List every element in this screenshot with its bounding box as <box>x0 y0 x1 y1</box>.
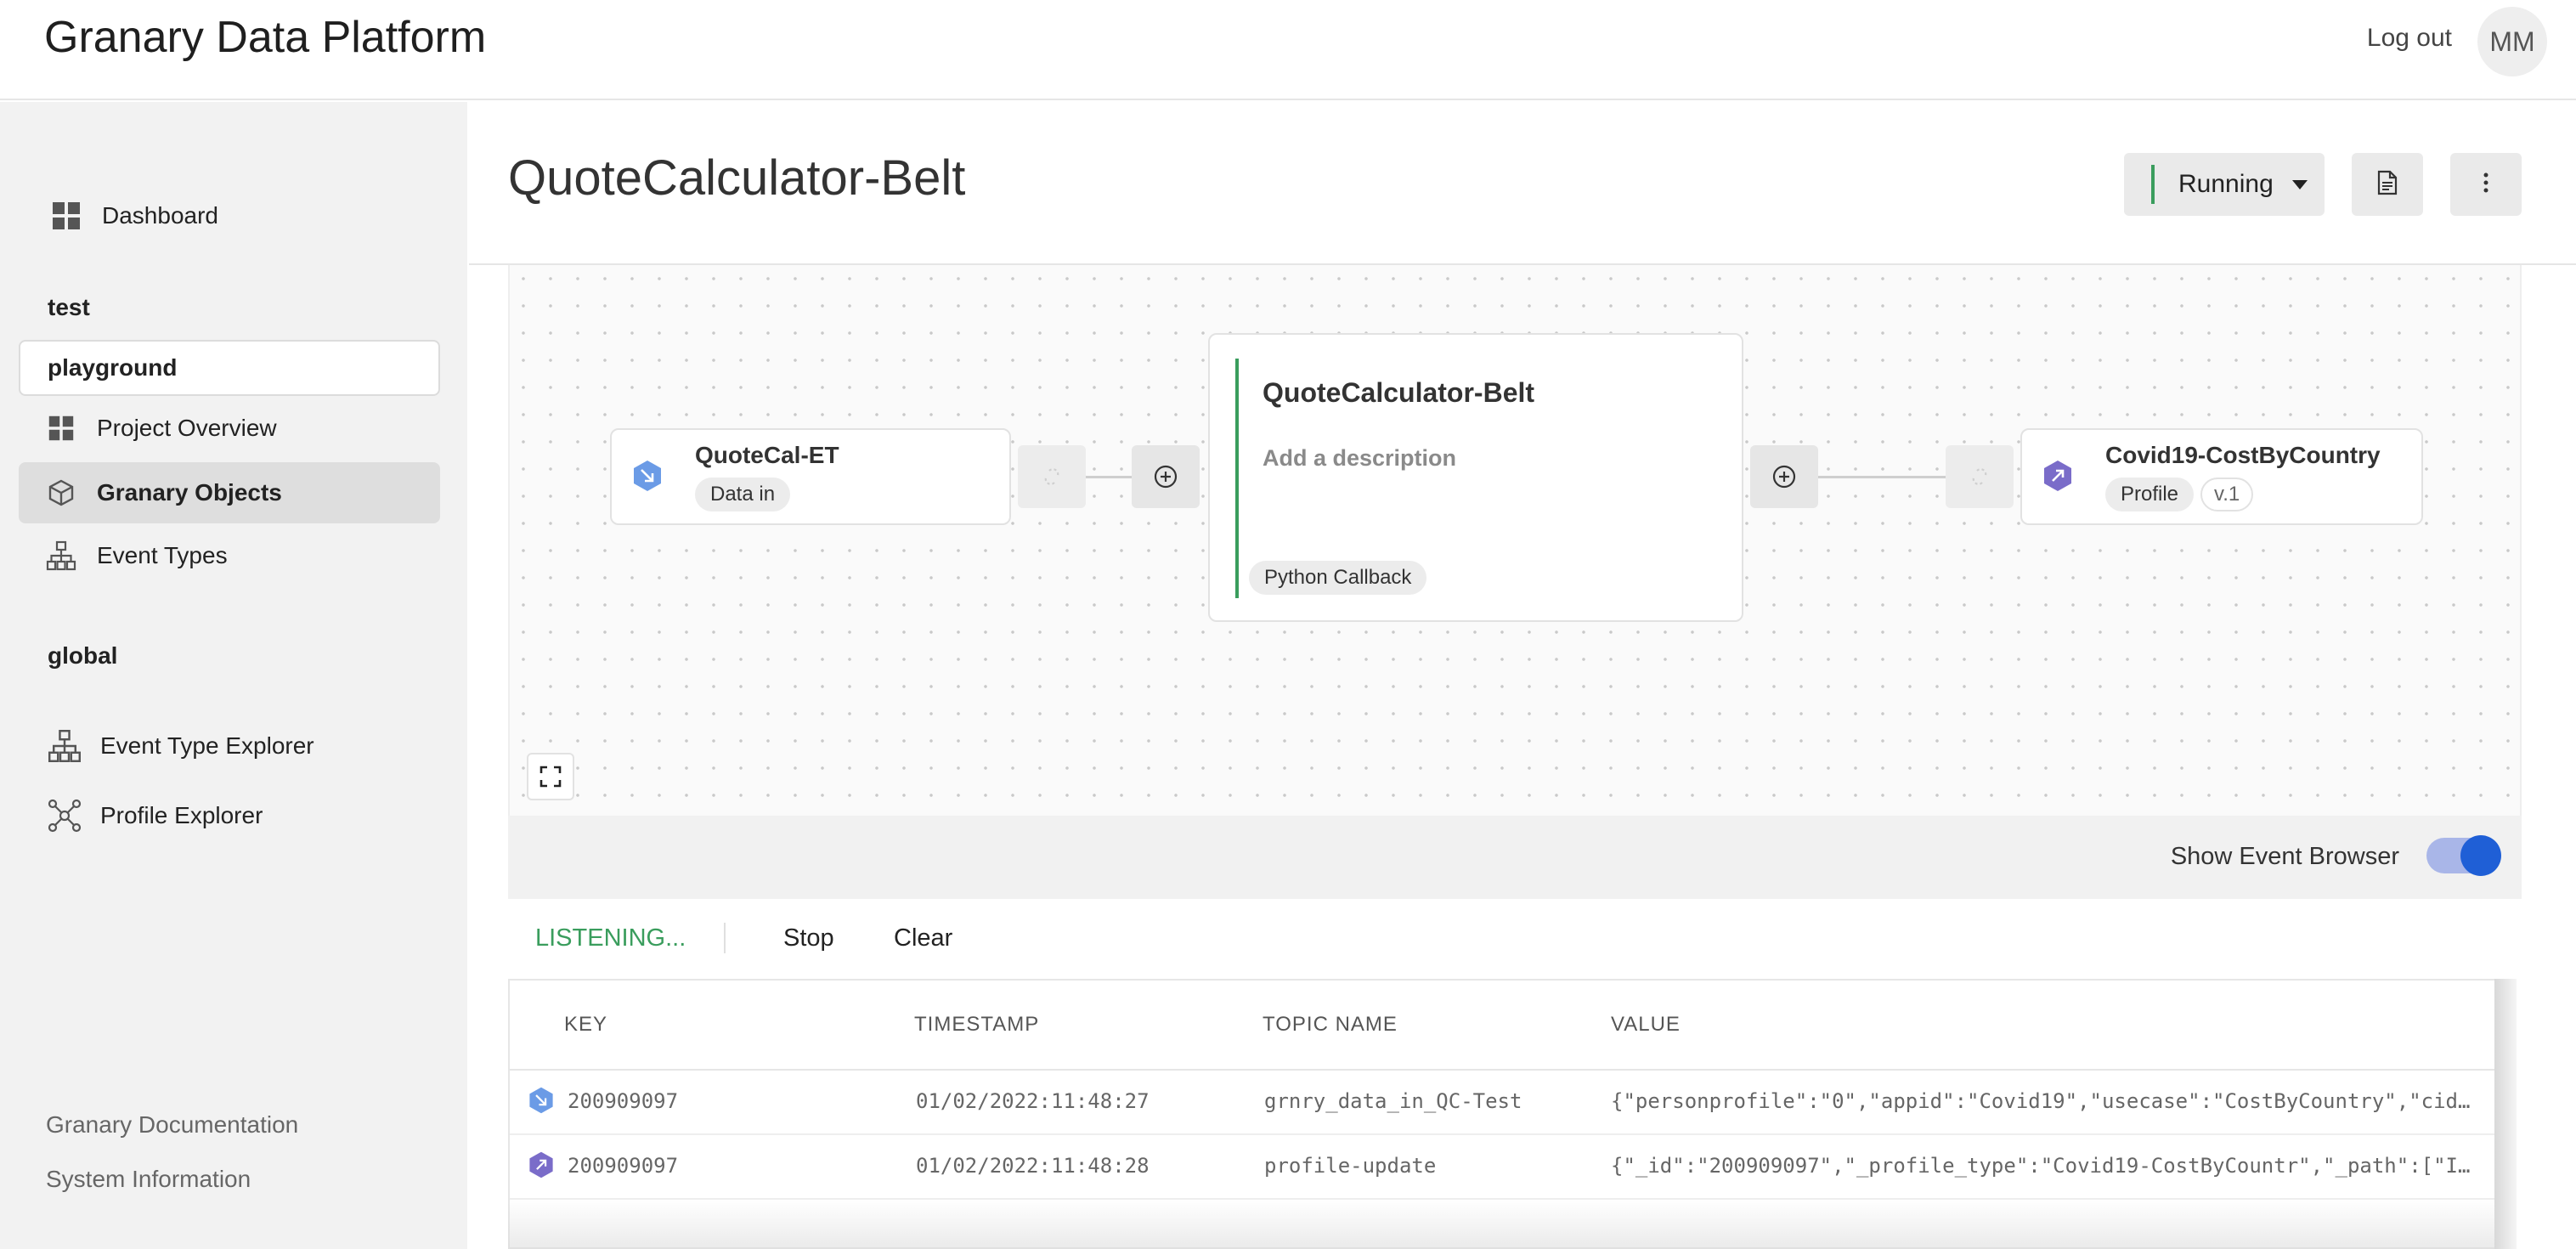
belt-description[interactable]: Add a description <box>1263 445 1456 472</box>
status-label: Running <box>2178 170 2274 198</box>
hierarchy-icon <box>48 729 82 763</box>
fullscreen-icon <box>539 766 562 788</box>
cell-value: {"personprofile":"0","appid":"Covid19","… <box>1611 1089 2481 1113</box>
fullscreen-button[interactable] <box>527 753 574 800</box>
running-indicator <box>1235 359 1239 598</box>
sidebar-item-label: Granary Objects <box>97 479 282 506</box>
belt-node-tag: Python Callback <box>1249 561 1427 595</box>
connector-line <box>1086 476 1132 478</box>
status-indicator <box>2151 165 2155 204</box>
sidebar-item-profile-explorer[interactable]: Profile Explorer <box>48 799 263 833</box>
target-node[interactable]: Covid19-CostByCountry Profile v.1 <box>2020 428 2423 525</box>
cell-key: 200909097 <box>568 1154 679 1178</box>
column-header-key[interactable]: KEY <box>564 1013 607 1037</box>
column-header-value[interactable]: VALUE <box>1611 1013 1681 1037</box>
table-bottom-fade <box>508 1200 2494 1249</box>
arrow-out-icon <box>529 1151 553 1178</box>
target-node-tag: Profile <box>2105 478 2195 511</box>
section-heading-test: test <box>48 294 90 320</box>
column-header-timestamp[interactable]: TIMESTAMP <box>914 1013 1039 1037</box>
sidebar: Dashboard test playground Project Overvi… <box>0 102 467 1249</box>
page-header: QuoteCalculator-Belt Running <box>469 102 2576 265</box>
sidebar-item-event-types[interactable]: Event Types <box>44 539 228 573</box>
sidebar-item-project-overview[interactable]: Project Overview <box>44 411 277 445</box>
documentation-link[interactable]: Granary Documentation <box>46 1111 298 1139</box>
listening-status: LISTENING... <box>535 924 686 952</box>
source-node-title: QuoteCal-ET <box>695 442 839 468</box>
system-information-link[interactable]: System Information <box>46 1166 251 1193</box>
sidebar-item-label: Event Types <box>97 542 228 568</box>
version-badge: v.1 <box>2200 478 2254 511</box>
pipeline-canvas[interactable]: QuoteCal-ET Data in QuoteCalculator-Belt… <box>508 265 2522 816</box>
unlink-target-button[interactable] <box>1946 445 2014 508</box>
event-browser-bar: Show Event Browser <box>508 816 2522 899</box>
sidebar-item-granary-objects[interactable]: Granary Objects <box>44 476 282 510</box>
table-row[interactable]: 200909097 01/02/2022:11:48:28 profile-up… <box>510 1135 2494 1200</box>
belt-node[interactable]: QuoteCalculator-Belt Add a description P… <box>1208 333 1743 622</box>
cell-timestamp: 01/02/2022:11:48:27 <box>916 1089 1150 1113</box>
sidebar-item-event-type-explorer[interactable]: Event Type Explorer <box>48 729 314 763</box>
cell-key: 200909097 <box>568 1089 679 1113</box>
more-options-button[interactable] <box>2450 153 2522 216</box>
more-vertical-icon <box>2483 172 2489 198</box>
sidebar-item-label: Dashboard <box>102 202 218 229</box>
column-header-topic[interactable]: TOPIC NAME <box>1263 1013 1398 1037</box>
app-title[interactable]: Granary Data Platform <box>44 12 486 63</box>
clear-button[interactable]: Clear <box>894 924 952 952</box>
arrow-in-icon <box>529 1087 553 1114</box>
belt-node-title: QuoteCalculator-Belt <box>1263 377 1535 408</box>
cell-topic: grnry_data_in_QC-Test <box>1264 1089 1522 1113</box>
document-button[interactable] <box>2352 153 2423 216</box>
grid-icon <box>49 199 83 233</box>
table-row[interactable]: 200909097 01/02/2022:11:48:27 grnry_data… <box>510 1071 2494 1135</box>
stop-button[interactable]: Stop <box>783 924 834 952</box>
hierarchy-icon <box>44 539 78 573</box>
divider <box>724 923 726 953</box>
project-selector[interactable]: playground <box>19 340 440 396</box>
section-heading-global: global <box>48 642 118 669</box>
arrow-in-icon <box>634 461 661 491</box>
logout-link[interactable]: Log out <box>2367 24 2452 53</box>
source-node[interactable]: QuoteCal-ET Data in <box>610 428 1011 525</box>
table-scroll-shadow <box>2494 979 2517 1249</box>
page-title: QuoteCalculator-Belt <box>508 150 966 206</box>
status-dropdown[interactable]: Running <box>2124 153 2325 216</box>
plus-circle-icon <box>1772 465 1796 489</box>
unlink-source-button[interactable] <box>1018 445 1086 508</box>
cell-topic: profile-update <box>1264 1154 1437 1178</box>
sidebar-item-label: Profile Explorer <box>100 802 263 828</box>
document-icon <box>2376 170 2398 200</box>
show-event-browser-label: Show Event Browser <box>2170 843 2399 870</box>
source-node-tag: Data in <box>695 478 791 511</box>
show-event-browser-toggle[interactable] <box>2426 835 2501 876</box>
sidebar-item-label: Event Type Explorer <box>100 732 314 759</box>
network-icon <box>48 799 82 833</box>
unlink-icon <box>1044 468 1059 485</box>
caret-down-icon <box>2291 179 2308 189</box>
avatar[interactable]: MM <box>2477 7 2547 76</box>
plus-circle-icon <box>1154 465 1178 489</box>
arrow-out-icon <box>2044 461 2071 491</box>
sidebar-item-label: Project Overview <box>97 415 277 441</box>
target-node-title: Covid19-CostByCountry <box>2105 442 2381 468</box>
event-browser-controls: LISTENING... Stop Clear <box>508 899 2522 979</box>
cell-value: {"_id":"200909097","_profile_type":"Covi… <box>1611 1154 2481 1178</box>
grid-icon <box>44 411 78 445</box>
connector-line <box>1818 476 1946 478</box>
top-bar: Granary Data Platform Log out MM <box>0 0 2576 100</box>
unlink-icon <box>1972 468 1987 485</box>
cell-timestamp: 01/02/2022:11:48:28 <box>916 1154 1150 1178</box>
cube-icon <box>44 476 78 510</box>
sidebar-item-dashboard[interactable]: Dashboard <box>49 199 218 233</box>
add-output-button[interactable] <box>1750 445 1818 508</box>
add-input-button[interactable] <box>1132 445 1200 508</box>
toggle-knob <box>2460 835 2501 876</box>
